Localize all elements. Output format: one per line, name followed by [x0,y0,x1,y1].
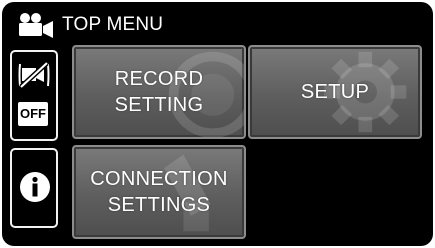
info-button[interactable] [10,148,58,228]
setup-button[interactable]: SETUP [248,45,422,139]
record-label-line2: SETTING [114,94,204,116]
info-icon [20,172,50,202]
page-title: TOP MENU [62,14,164,35]
connection-settings-label: CONNECTION SETTINGS [74,166,244,218]
record-label-line1: RECORD [114,68,204,90]
connection-settings-button[interactable]: CONNECTION SETTINGS [72,145,246,239]
stabilizer-off-icon [18,62,50,88]
off-badge: OFF [18,102,48,126]
connection-label-line1: CONNECTION [90,168,228,190]
top-menu-header: TOP MENU [16,12,163,38]
record-setting-label: RECORD SETTING [74,66,244,118]
stabilizer-toggle[interactable]: OFF [10,50,58,141]
movie-camera-icon [19,13,53,38]
record-setting-button[interactable]: RECORD SETTING [72,45,246,139]
camera-screen: TOP MENU OFF RECORD SETTING SETUP CONNEC… [2,2,433,246]
setup-label: SETUP [300,81,370,103]
connection-label-line2: SETTINGS [107,194,211,216]
